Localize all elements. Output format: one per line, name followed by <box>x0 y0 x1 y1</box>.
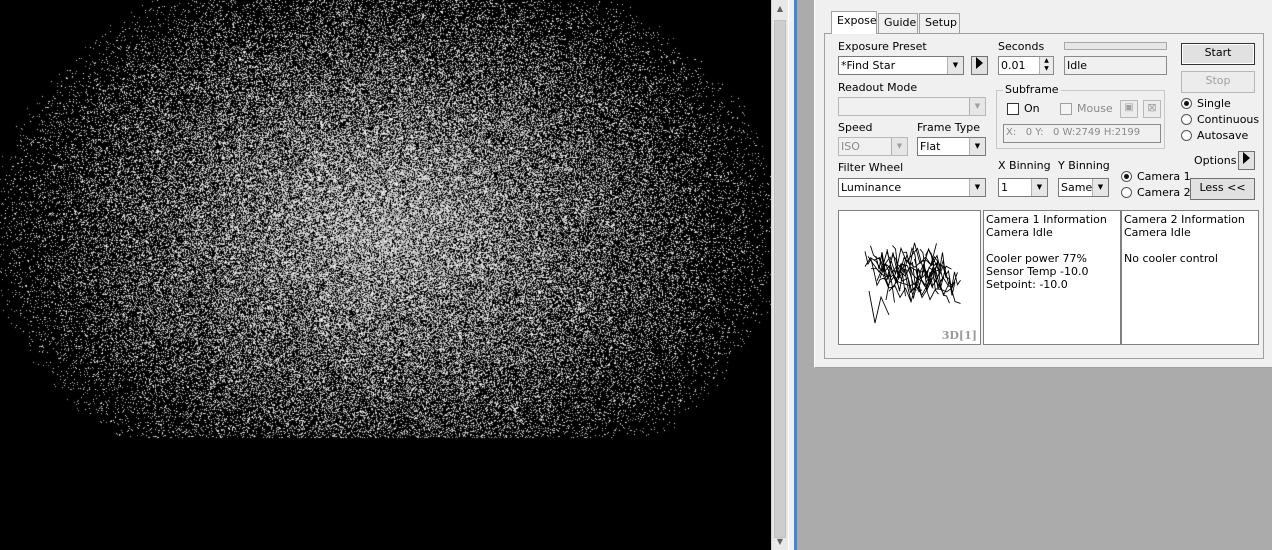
mode-autosave-label: Autosave <box>1197 129 1249 142</box>
camera-2-status: Camera Idle <box>1124 226 1191 239</box>
stop-button-label: Stop <box>1205 74 1231 87</box>
readout-mode-select[interactable]: ▼ <box>838 97 986 116</box>
tab-setup[interactable]: Setup <box>919 13 960 33</box>
speed-label: Speed <box>838 121 873 134</box>
chevron-down-icon[interactable]: ▼ <box>947 57 963 74</box>
speed-value: ISO <box>841 140 860 153</box>
frame-type-select[interactable]: Flat ▼ <box>917 137 986 156</box>
play-arrow-icon <box>976 57 983 69</box>
speed-select[interactable]: ISO ▼ <box>838 137 908 156</box>
expose-tab-panel: Exposure Preset *Find Star ▼ Seconds 0.0… <box>824 33 1264 359</box>
subframe-mouse-label: Mouse <box>1077 102 1113 115</box>
camera-1-info-title: Camera 1 Information <box>986 213 1107 226</box>
preview-3d-panel[interactable]: 3D[1] <box>838 210 981 345</box>
subframe-coordinates: X: 0 Y: 0 W:2749 H:2199 <box>1006 127 1141 138</box>
mode-continuous-radio[interactable] <box>1181 114 1192 125</box>
camera-2-radio[interactable] <box>1121 187 1132 198</box>
mode-single-label: Single <box>1197 97 1231 110</box>
image-viewport[interactable] <box>0 0 771 550</box>
scrollbar-thumb[interactable] <box>774 20 786 538</box>
y-binning-select[interactable]: Same ▼ <box>1058 178 1109 197</box>
exposure-preset-select[interactable]: *Find Star ▼ <box>838 56 964 75</box>
frame-type-value: Flat <box>920 140 941 153</box>
seconds-label: Seconds <box>998 40 1045 53</box>
pane-splitter[interactable] <box>788 0 797 550</box>
x-binning-label: X Binning <box>998 159 1051 172</box>
mode-continuous-label: Continuous <box>1197 113 1260 126</box>
stop-button[interactable]: Stop <box>1181 71 1255 93</box>
preset-menu-button[interactable] <box>971 56 988 75</box>
camera-1-info-panel: Camera 1 Information Camera Idle Cooler … <box>983 210 1121 345</box>
exposure-status-value: Idle <box>1067 59 1088 72</box>
subframe-group: Subframe On Mouse ▣ ⊠ X: 0 Y: 0 W:2749 H… <box>996 83 1165 149</box>
subframe-select-button[interactable]: ▣ <box>1120 100 1138 118</box>
subframe-on-checkbox[interactable] <box>1007 103 1019 115</box>
exposure-progress-bar <box>1064 42 1167 50</box>
mode-single-radio[interactable] <box>1181 98 1192 109</box>
start-button-label: Start <box>1204 46 1232 59</box>
subframe-mouse-checkbox[interactable] <box>1060 103 1072 115</box>
x-binning-select[interactable]: 1 ▼ <box>998 178 1048 197</box>
noise-3d-surface <box>864 242 961 324</box>
camera-1-setpoint: Setpoint: -10.0 <box>986 278 1068 291</box>
flat-frame-image <box>0 0 771 550</box>
chevron-down-icon[interactable]: ▼ <box>969 138 985 155</box>
preview-3d-label: 3D[1] <box>941 329 977 342</box>
tab-label: Setup <box>925 16 958 29</box>
scroll-up-icon[interactable]: ▲ <box>772 0 788 17</box>
start-button[interactable]: Start <box>1181 43 1255 65</box>
camera-1-label: Camera 1 <box>1137 170 1191 183</box>
chevron-down-icon[interactable]: ▼ <box>891 138 907 155</box>
play-arrow-icon <box>1243 152 1250 164</box>
exposure-status-field: Idle <box>1064 56 1167 75</box>
subframe-coordinates-field: X: 0 Y: 0 W:2749 H:2199 <box>1003 124 1161 143</box>
x-binning-value: 1 <box>1001 181 1008 194</box>
subframe-on-label: On <box>1024 102 1040 115</box>
tab-expose[interactable]: Expose <box>831 11 877 34</box>
less-button-label: Less << <box>1199 181 1246 194</box>
chevron-down-icon[interactable]: ▼ <box>969 179 985 196</box>
exposure-preset-label: Exposure Preset <box>838 40 927 53</box>
y-binning-label: Y Binning <box>1058 159 1110 172</box>
tab-label: Guide <box>884 16 917 29</box>
frame-type-label: Frame Type <box>917 121 981 134</box>
camera-1-sensor-temp: Sensor Temp -10.0 <box>986 265 1089 278</box>
exposure-preset-value: *Find Star <box>841 59 896 72</box>
tab-guide[interactable]: Guide <box>878 13 918 33</box>
scroll-down-icon[interactable]: ▼ <box>772 533 788 550</box>
mode-autosave-radio[interactable] <box>1181 130 1192 141</box>
seconds-input[interactable]: 0.01 ▲ ▼ <box>998 56 1054 75</box>
less-button[interactable]: Less << <box>1190 178 1255 200</box>
chevron-down-icon[interactable]: ▼ <box>1031 179 1047 196</box>
filter-wheel-select[interactable]: Luminance ▼ <box>838 178 986 197</box>
subframe-clear-button[interactable]: ⊠ <box>1143 100 1161 118</box>
seconds-spinner-icon[interactable]: ▲ ▼ <box>1039 57 1053 74</box>
subframe-group-label: Subframe <box>1003 83 1061 96</box>
options-label: Options <box>1194 154 1237 167</box>
readout-mode-label: Readout Mode <box>838 81 918 94</box>
camera-1-radio[interactable] <box>1121 171 1132 182</box>
clear-subframe-icon: ⊠ <box>1147 101 1157 114</box>
y-binning-value: Same <box>1061 181 1093 194</box>
crop-icon: ▣ <box>1124 102 1134 113</box>
noise-3d-plot <box>864 242 961 324</box>
camera-1-status: Camera Idle <box>986 226 1053 239</box>
tab-label: Expose <box>837 14 877 27</box>
seconds-value: 0.01 <box>1001 59 1026 72</box>
image-vertical-scrollbar[interactable]: ▲ ▼ <box>771 0 788 550</box>
camera-2-cooler: No cooler control <box>1124 252 1218 265</box>
chevron-down-icon[interactable]: ▼ <box>969 98 985 115</box>
options-menu-button[interactable] <box>1238 151 1255 170</box>
filter-wheel-label: Filter Wheel <box>838 161 904 174</box>
camera-2-info-panel: Camera 2 Information Camera Idle No cool… <box>1121 210 1259 345</box>
chevron-down-icon[interactable]: ▼ <box>1092 179 1108 196</box>
camera-control-panel: Expose Guide Setup Exposure Preset *Find… <box>814 0 1272 368</box>
camera-1-cooler-power: Cooler power 77% <box>986 252 1087 265</box>
filter-wheel-value: Luminance <box>841 181 902 194</box>
camera-2-info-title: Camera 2 Information <box>1124 213 1245 226</box>
camera-2-label: Camera 2 <box>1137 186 1191 199</box>
